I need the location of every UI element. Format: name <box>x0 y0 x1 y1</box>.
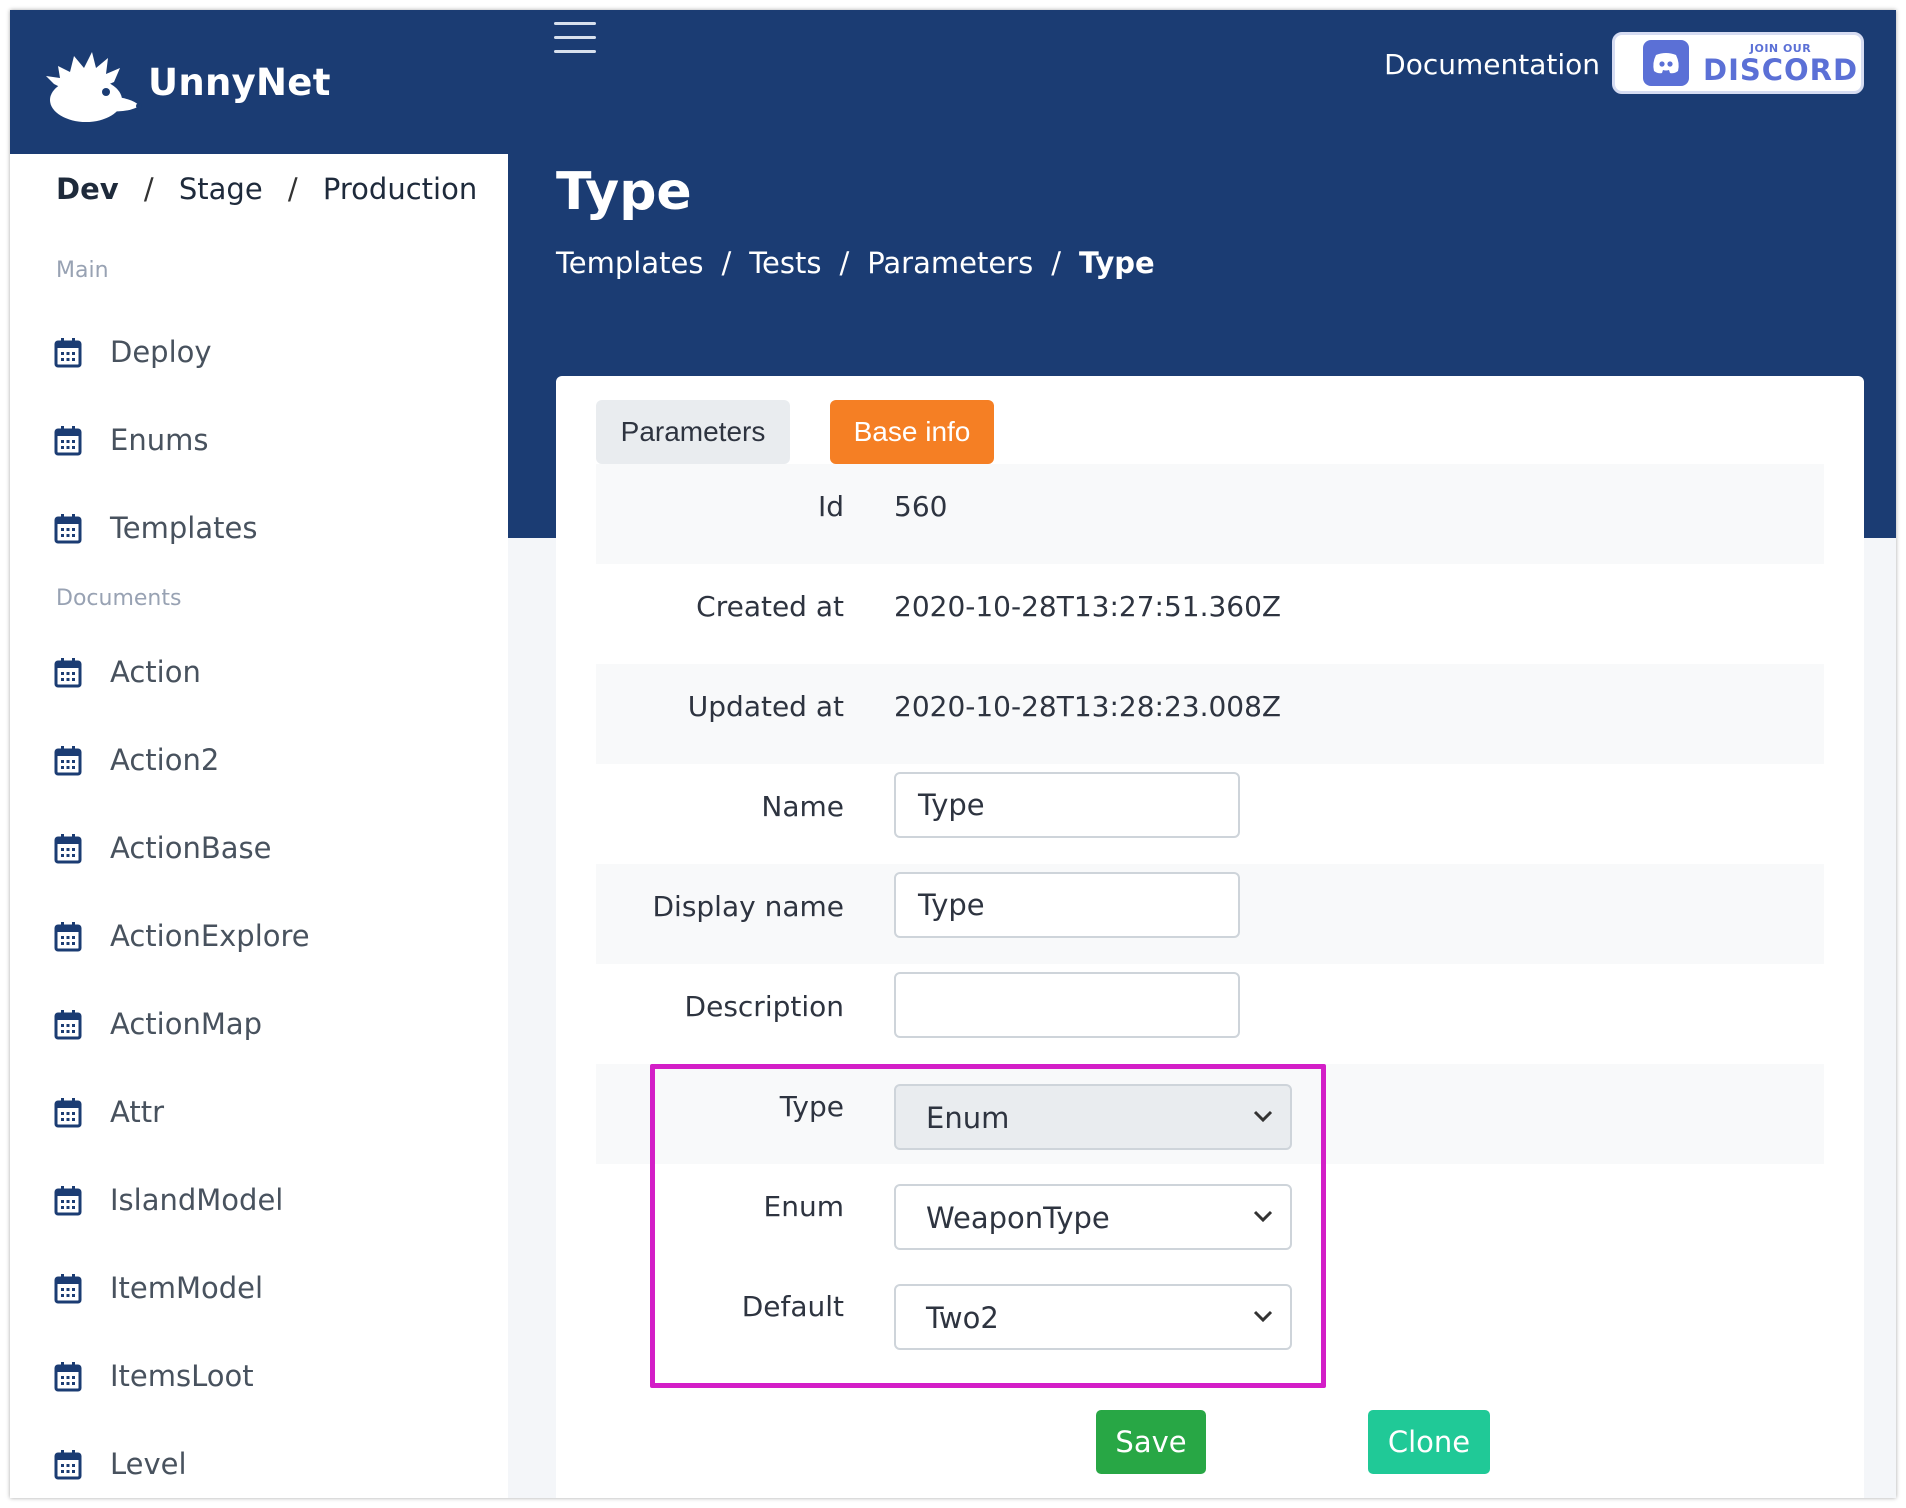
sidebar-item-deploy[interactable]: Deploy <box>10 308 508 396</box>
description-input[interactable] <box>894 972 1240 1038</box>
sidebar-item-label: ActionMap <box>110 1007 263 1041</box>
field-row-created-at: Created at 2020-10-28T13:27:51.360Z <box>596 564 1824 664</box>
sidebar-item-label: IslandModel <box>110 1183 284 1217</box>
updated-at-value: 2020-10-28T13:28:23.008Z <box>894 690 1282 723</box>
hamburger-icon[interactable] <box>554 22 596 56</box>
nav-documents: Action Action2 ActionBase ActionExplore Acti… <box>10 628 508 1498</box>
sidebar-item-action[interactable]: Action <box>10 628 508 716</box>
highlight-annotation-box <box>650 1064 1326 1388</box>
field-row-description: Description <box>596 964 1824 1064</box>
section-title-main: Main <box>56 258 109 283</box>
calendar-icon <box>54 744 82 776</box>
sidebar-item-label: Attr <box>110 1095 164 1129</box>
breadcrumb-parameters[interactable]: Parameters <box>867 246 1033 280</box>
discord-wordmark: DISCORD <box>1703 52 1859 87</box>
sidebar-item-label: ItemsLoot <box>110 1359 254 1393</box>
sidebar-item-attr[interactable]: Attr <box>10 1068 508 1156</box>
field-row-updated-at: Updated at 2020-10-28T13:28:23.008Z <box>596 664 1824 764</box>
env-separator: / <box>287 172 298 206</box>
calendar-icon <box>54 1448 82 1480</box>
breadcrumb-templates[interactable]: Templates <box>556 246 703 280</box>
sidebar-item-label: ActionBase <box>110 831 272 865</box>
calendar-icon <box>54 512 82 544</box>
name-label: Name <box>761 790 844 823</box>
id-label: Id <box>817 490 844 523</box>
sidebar-item-label: Templates <box>110 511 258 545</box>
clone-button[interactable]: Clone <box>1368 1410 1490 1474</box>
sidebar-item-actionmap[interactable]: ActionMap <box>10 980 508 1068</box>
sidebar: UnnyNet Dev / Stage / Production Main De… <box>10 10 508 1498</box>
display-name-input[interactable]: Type <box>894 872 1240 938</box>
sidebar-item-label: ItemModel <box>110 1271 264 1305</box>
calendar-icon <box>54 1096 82 1128</box>
sidebar-item-label: ActionExplore <box>110 919 310 953</box>
env-dev[interactable]: Dev <box>56 172 119 206</box>
page-title: Type <box>556 162 692 222</box>
hedgehog-logo-icon <box>46 52 142 122</box>
calendar-icon <box>54 656 82 688</box>
sidebar-item-enums[interactable]: Enums <box>10 396 508 484</box>
section-title-documents: Documents <box>56 585 182 611</box>
sidebar-item-templates[interactable]: Templates <box>10 484 508 572</box>
breadcrumb-separator: / <box>1051 246 1061 280</box>
discord-button[interactable]: JOIN OUR DISCORD <box>1612 32 1864 94</box>
breadcrumb-separator: / <box>839 246 850 280</box>
calendar-icon <box>54 1184 82 1216</box>
sidebar-item-label: Action <box>110 655 201 689</box>
description-label: Description <box>684 990 844 1023</box>
sidebar-item-label: Deploy <box>110 335 212 369</box>
created-at-value: 2020-10-28T13:27:51.360Z <box>894 590 1282 623</box>
save-button[interactable]: Save <box>1096 1410 1206 1474</box>
nav-main: Deploy Enums Templates <box>10 308 508 572</box>
sidebar-item-islandmodel[interactable]: IslandModel <box>10 1156 508 1244</box>
brand-name: UnnyNet <box>148 60 331 104</box>
breadcrumb-current: Type <box>1079 246 1155 280</box>
sidebar-item-actionbase[interactable]: ActionBase <box>10 804 508 892</box>
sidebar-item-label: Action2 <box>110 743 220 777</box>
environment-switcher: Dev / Stage / Production <box>10 154 508 250</box>
updated-at-label: Updated at <box>687 690 844 723</box>
calendar-icon <box>54 1008 82 1040</box>
discord-icon <box>1643 40 1689 86</box>
field-row-name: Name Type <box>596 764 1824 864</box>
documentation-link[interactable]: Documentation <box>1384 48 1600 81</box>
calendar-icon <box>54 424 82 456</box>
app-window: UnnyNet Dev / Stage / Production Main De… <box>10 10 1896 1498</box>
field-row-id: Id 560 <box>596 464 1824 564</box>
breadcrumb-separator: / <box>721 246 732 280</box>
sidebar-item-level[interactable]: Level <box>10 1420 508 1498</box>
calendar-icon <box>54 336 82 368</box>
env-stage[interactable]: Stage <box>179 172 263 206</box>
id-value: 560 <box>894 490 948 523</box>
calendar-icon <box>54 1360 82 1392</box>
calendar-icon <box>54 832 82 864</box>
sidebar-item-actionexplore[interactable]: ActionExplore <box>10 892 508 980</box>
breadcrumb: Templates / Tests / Parameters / Type <box>556 246 1155 280</box>
env-production[interactable]: Production <box>323 172 477 206</box>
brand[interactable]: UnnyNet <box>10 10 508 154</box>
env-separator: / <box>143 172 154 206</box>
calendar-icon <box>54 920 82 952</box>
sidebar-item-itemsloot[interactable]: ItemsLoot <box>10 1332 508 1420</box>
calendar-icon <box>54 1272 82 1304</box>
sidebar-item-label: Level <box>110 1447 187 1481</box>
name-input[interactable]: Type <box>894 772 1240 838</box>
tab-parameters[interactable]: Parameters <box>596 400 790 464</box>
created-at-label: Created at <box>696 590 844 623</box>
sidebar-item-action2[interactable]: Action2 <box>10 716 508 804</box>
breadcrumb-tests[interactable]: Tests <box>749 246 821 280</box>
tab-base-info[interactable]: Base info <box>830 400 994 464</box>
sidebar-item-itemmodel[interactable]: ItemModel <box>10 1244 508 1332</box>
display-name-label: Display name <box>652 890 844 923</box>
field-row-display-name: Display name Type <box>596 864 1824 964</box>
sidebar-item-label: Enums <box>110 423 209 457</box>
